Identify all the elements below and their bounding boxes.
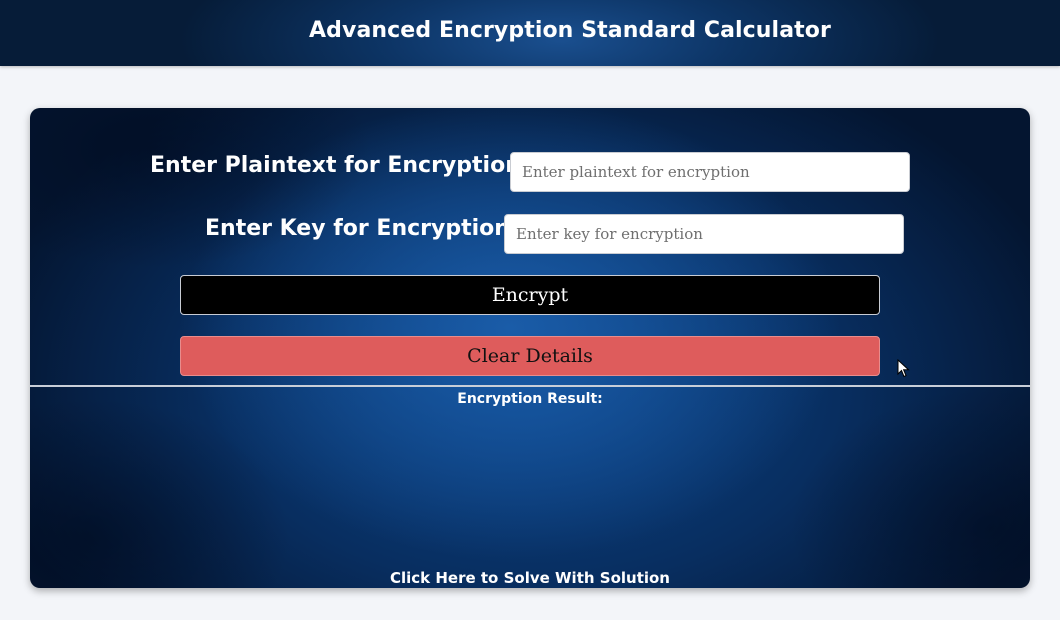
plaintext-label: Enter Plaintext for Encryption:	[150, 153, 530, 178]
app-header: Advanced Encryption Standard Calculator	[0, 0, 1060, 66]
plaintext-input[interactable]	[510, 152, 910, 192]
mouse-pointer-icon	[897, 359, 910, 378]
section-divider	[30, 385, 1030, 387]
key-label: Enter Key for Encryption:	[205, 216, 519, 241]
key-input[interactable]	[504, 214, 904, 254]
encryption-result-label: Encryption Result:	[457, 391, 603, 407]
encrypt-button[interactable]: Encrypt	[180, 275, 880, 315]
calculator-card: Enter Plaintext for Encryption: Enter Ke…	[30, 108, 1030, 588]
page-title: Advanced Encryption Standard Calculator	[309, 18, 831, 43]
clear-details-button[interactable]: Clear Details	[180, 336, 880, 376]
solve-with-solution-link[interactable]: Click Here to Solve With Solution	[30, 569, 1030, 587]
